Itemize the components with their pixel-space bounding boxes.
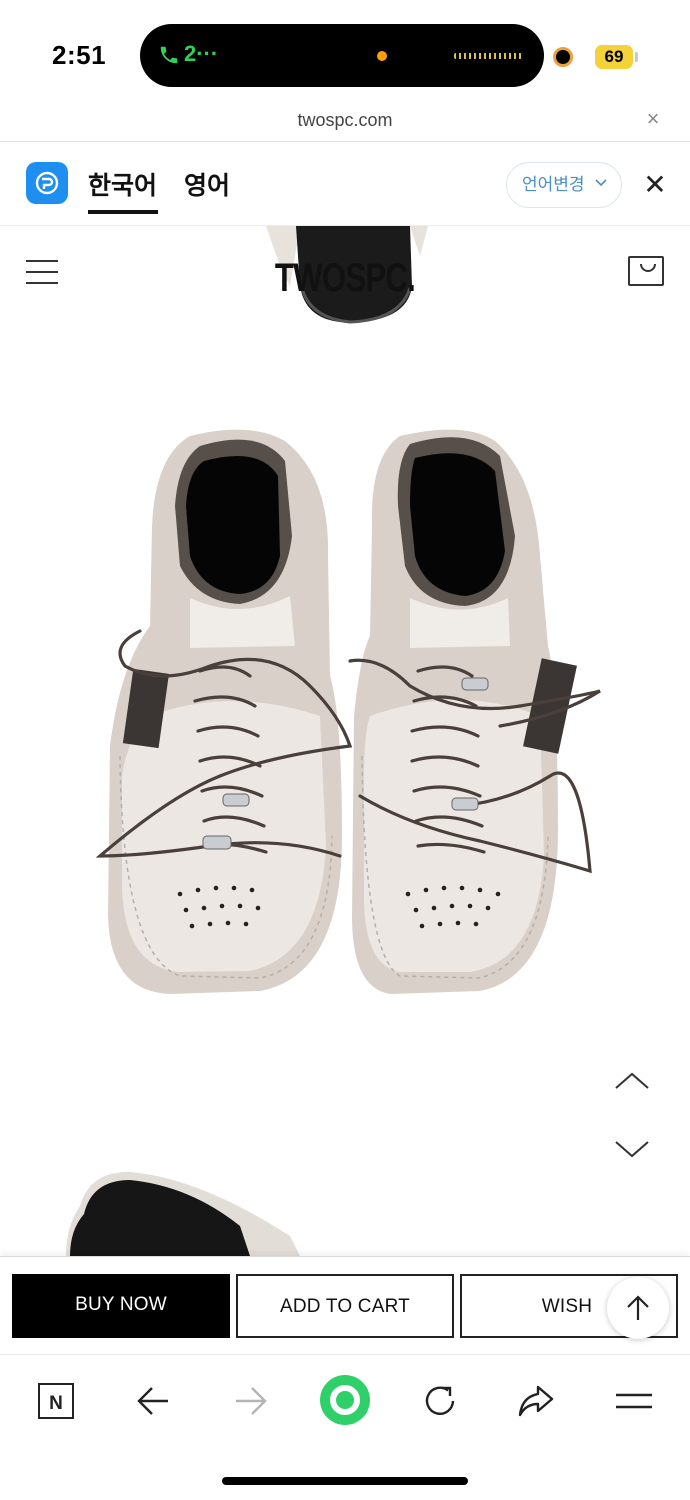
forward-arrow-icon[interactable] <box>228 1379 272 1423</box>
buy-now-button[interactable]: BUY NOW <box>12 1274 230 1338</box>
audio-waveform <box>454 53 522 59</box>
change-language-label: 언어변경 <box>522 175 585 194</box>
recording-indicator <box>553 47 573 67</box>
site-logo[interactable]: TWOSPC. <box>76 256 614 301</box>
svg-text:N: N <box>49 1393 63 1414</box>
url-bar[interactable]: twospc.com × <box>0 100 690 142</box>
scroll-to-top-button[interactable] <box>607 1277 669 1339</box>
phone-call-icon <box>160 46 178 64</box>
wish-label: WISH <box>541 1296 593 1317</box>
translate-bar: 한국어 영어 언어변경 ✕ <box>0 142 690 226</box>
active-tab-underline <box>88 210 158 214</box>
shopping-bag-icon[interactable] <box>628 256 664 286</box>
close-icon[interactable]: ✕ <box>640 168 670 201</box>
product-image[interactable] <box>80 416 610 1006</box>
dynamic-island[interactable]: 2··· <box>140 24 544 87</box>
url-domain[interactable]: twospc.com <box>0 110 690 131</box>
product-image-partial-bottom <box>66 1171 300 1256</box>
green-action-icon[interactable] <box>318 1373 372 1427</box>
browser-toolbar: N <box>0 1354 690 1500</box>
product-detail-content: TWOSPC. <box>0 226 690 1256</box>
add-to-cart-button[interactable]: ADD TO CART <box>236 1274 454 1338</box>
chevron-up-icon[interactable] <box>612 1066 652 1096</box>
arrow-up-icon <box>627 1295 649 1320</box>
url-close-icon[interactable]: × <box>642 106 664 132</box>
naver-n-icon[interactable]: N <box>34 1379 78 1423</box>
change-language-button[interactable]: 언어변경 <box>506 162 622 208</box>
papago-icon[interactable] <box>26 162 68 204</box>
menu-icon[interactable] <box>612 1379 656 1423</box>
tab-source-language[interactable]: 한국어 <box>88 166 157 202</box>
back-arrow-icon[interactable] <box>132 1379 176 1423</box>
status-bar: 2:51 2··· 69 <box>0 0 690 100</box>
clock: 2:51 <box>52 40 107 70</box>
mic-in-use-dot <box>377 51 387 61</box>
share-icon[interactable] <box>514 1379 558 1423</box>
home-indicator[interactable] <box>222 1477 468 1485</box>
battery-tip <box>635 52 638 62</box>
chevron-down-icon[interactable] <box>612 1134 652 1164</box>
chevron-down-icon <box>595 179 607 187</box>
tab-target-language[interactable]: 영어 <box>184 166 230 202</box>
hamburger-menu-icon[interactable] <box>26 260 58 284</box>
battery-level: 69 <box>595 45 633 69</box>
call-indicator: 2··· <box>184 41 219 66</box>
purchase-action-bar: BUY NOW ADD TO CART WISH <box>0 1256 690 1354</box>
reload-icon[interactable] <box>418 1379 462 1423</box>
